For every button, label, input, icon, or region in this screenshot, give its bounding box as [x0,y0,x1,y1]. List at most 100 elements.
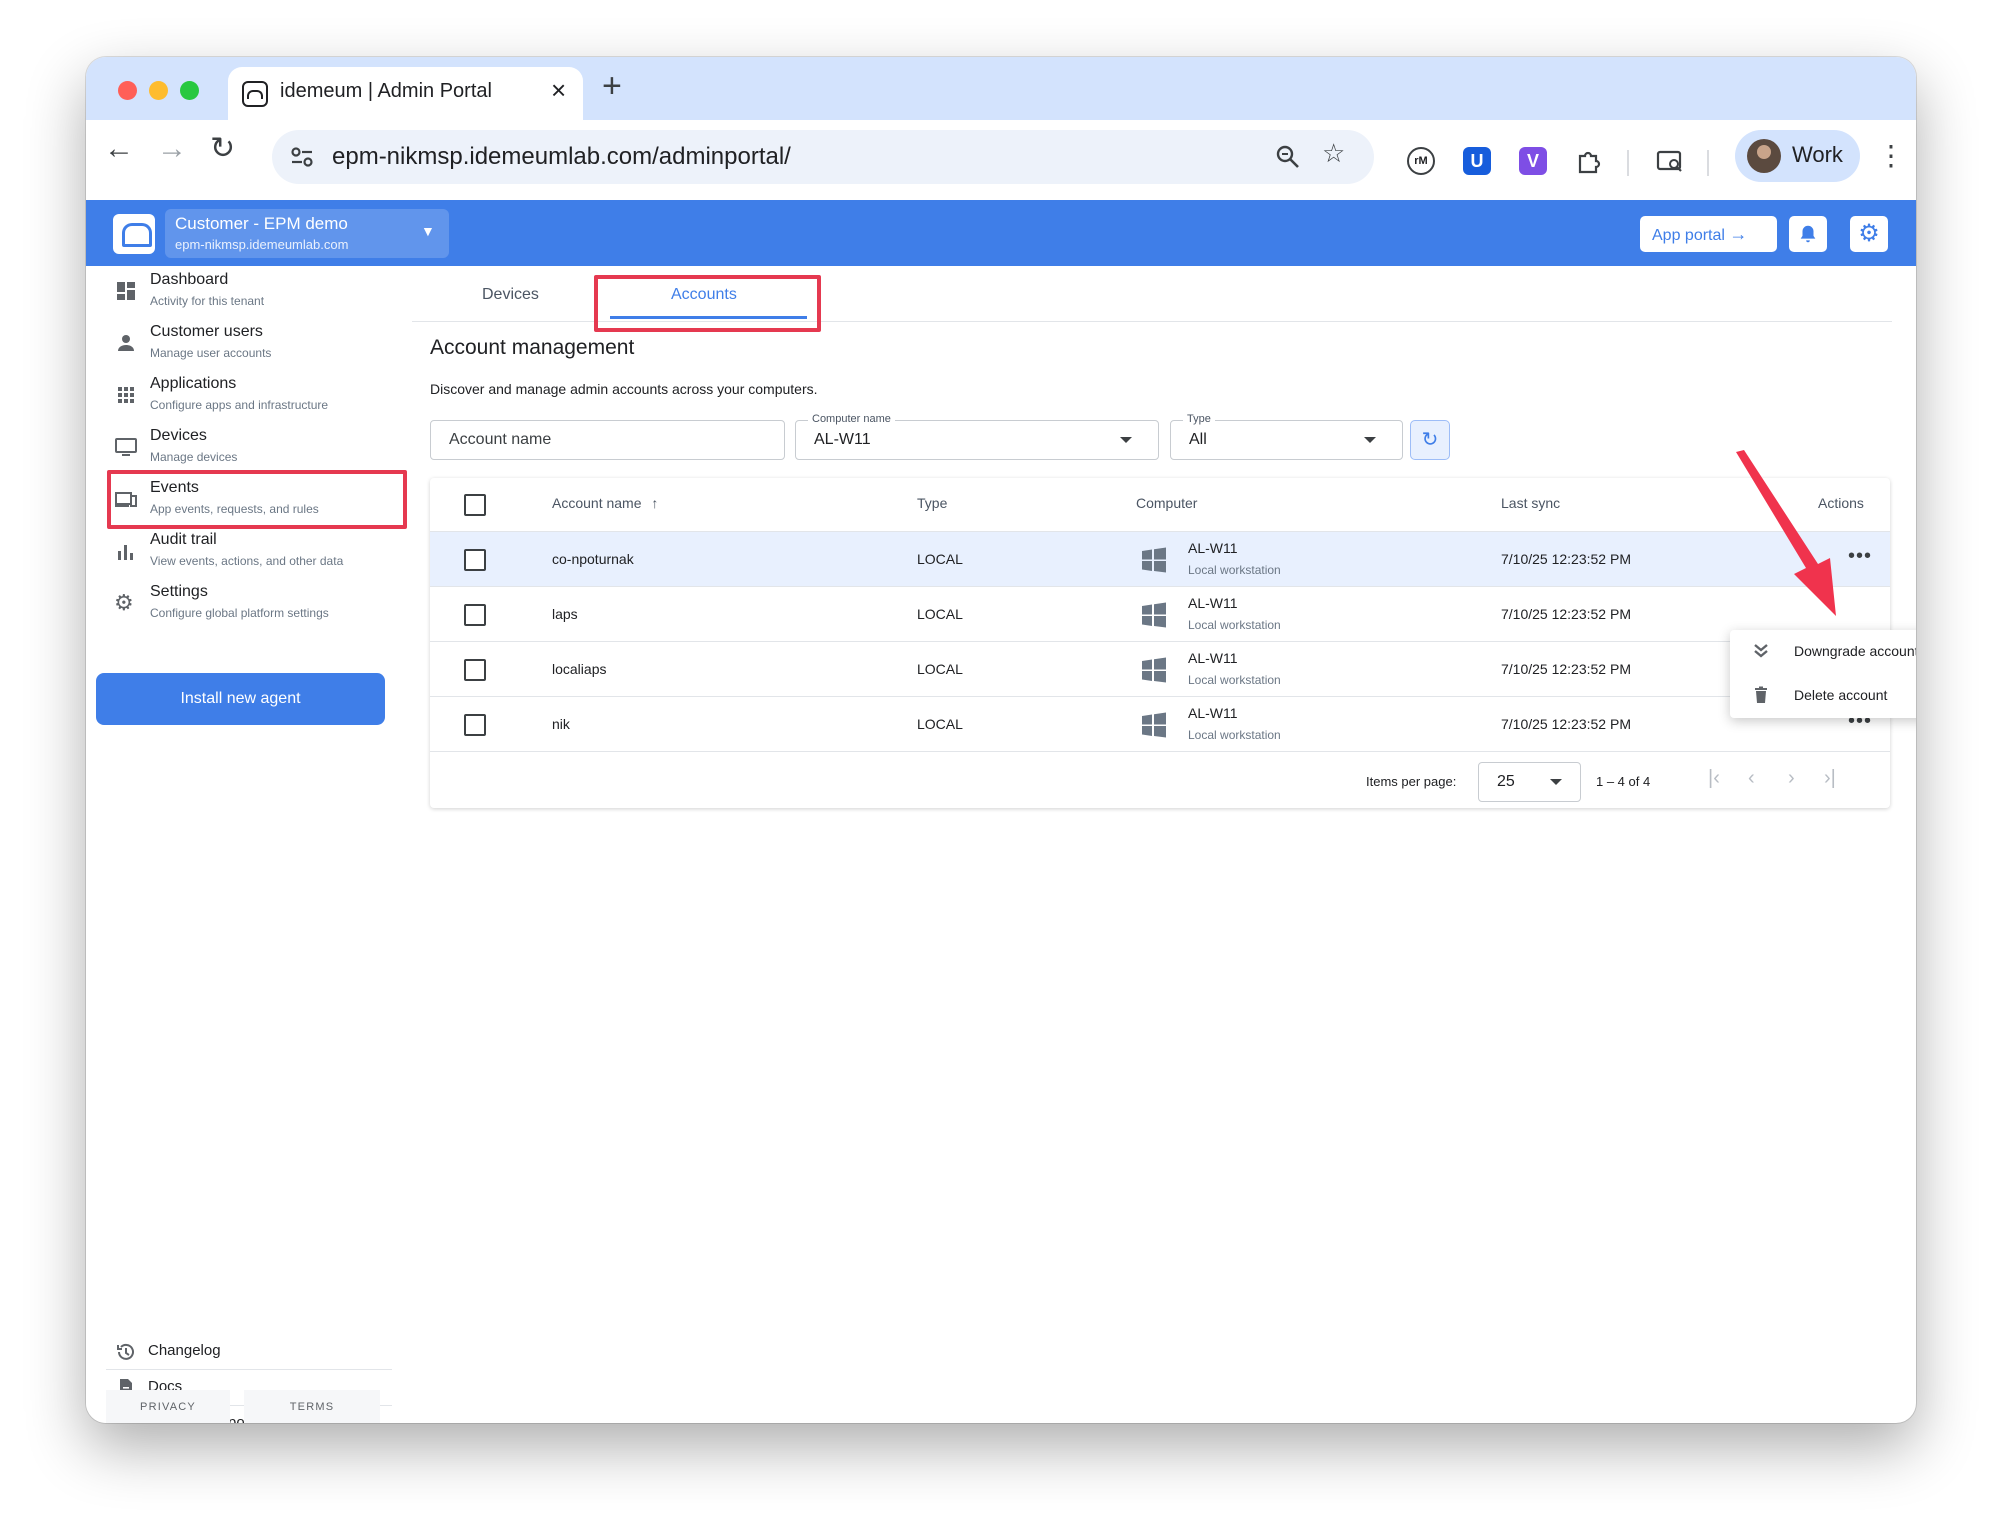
back-arrow-icon[interactable]: ← [104,134,134,164]
first-page-icon[interactable]: |‹ [1708,768,1720,788]
settings-button[interactable]: ⚙ [1850,216,1888,252]
address-bar[interactable]: epm-nikmsp.idemeumlab.com/adminportal/ ☆ [272,130,1374,184]
tab-devices[interactable]: Devices [482,286,539,304]
tab-search-icon[interactable] [1655,147,1685,175]
terms-link[interactable]: TERMS [244,1390,380,1423]
avatar [1747,139,1781,173]
privacy-link[interactable]: PRIVACY [106,1390,230,1423]
sidebar-item-applications[interactable]: Applications Configure apps and infrastr… [106,373,391,425]
close-window-button[interactable] [118,81,137,100]
last-page-icon[interactable]: ›| [1824,768,1836,788]
previous-page-icon[interactable]: ‹ [1748,768,1755,788]
changelog-label: Changelog [148,1342,221,1359]
sidebar-item-label: Audit trail [150,531,217,548]
sidebar-item-label: Dashboard [150,271,229,288]
computer-type-cell: Local workstation [1188,618,1281,632]
browser-tab-title: idemeum | Admin Portal [280,80,492,102]
page-title: Account management [430,336,635,359]
table-row[interactable]: laps LOCAL AL-W11 Local workstation 7/10… [430,587,1890,642]
sidebar-item-dashboard[interactable]: Dashboard Activity for this tenant [106,269,391,321]
row-checkbox[interactable] [464,714,486,736]
zoom-search-icon[interactable] [1274,143,1302,171]
windows-icon [1142,547,1166,573]
tenant-switcher[interactable]: Customer - EPM demo epm-nikmsp.idemeumla… [165,209,449,258]
tenant-name: Customer - EPM demo [175,214,348,233]
type-cell: LOCAL [917,661,963,677]
site-settings-icon[interactable] [288,143,316,171]
sidebar-item-customer-users[interactable]: Customer users Manage user accounts [106,321,391,373]
gear-icon: ⚙ [1858,220,1880,247]
sidebar-item-label: Events [150,479,199,496]
sidebar-item-audit-trail[interactable]: Audit trail View events, actions, and ot… [106,529,391,581]
extension-bitwarden-icon[interactable]: U [1463,147,1491,175]
items-per-page-label: Items per page: [1366,774,1457,789]
table-row[interactable]: co-npoturnak LOCAL AL-W11 Local workstat… [430,532,1890,587]
account-name-cell: laps [552,606,578,622]
next-page-icon[interactable]: › [1788,768,1795,788]
select-all-checkbox[interactable] [464,494,486,516]
sidebar-item-settings[interactable]: ⚙ Settings Configure global platform set… [106,581,391,633]
idemeum-logo-icon[interactable] [113,214,155,254]
sidebar-item-subtitle: View events, actions, and other data [150,554,344,568]
browser-menu-icon[interactable]: ⋮ [1877,142,1905,170]
type-select[interactable]: Type All [1170,413,1403,460]
delete-account-menu-item[interactable]: Delete account [1730,674,1916,718]
downgrade-account-menu-item[interactable]: Downgrade account [1730,630,1916,674]
profile-button[interactable]: Work [1735,130,1860,182]
sidebar-item-subtitle: Activity for this tenant [150,294,265,308]
app-header: Customer - EPM demo epm-nikmsp.idemeumla… [86,200,1916,266]
install-new-agent-button[interactable]: Install new agent [96,673,385,725]
bookmark-star-icon[interactable]: ☆ [1322,138,1345,169]
computer-name-select[interactable]: Computer name AL-W11 [795,413,1159,460]
history-icon [117,1343,134,1360]
account-name-cell: localiaps [552,661,607,677]
accounts-table: Account name ↑ Type Computer Last sync A… [430,478,1890,808]
type-cell: LOCAL [917,551,963,567]
computer-name-label: Computer name [808,413,895,425]
maximize-window-button[interactable] [180,81,199,100]
extension-v-icon[interactable]: V [1519,147,1547,175]
table-row[interactable]: localiaps LOCAL AL-W11 Local workstation… [430,642,1890,697]
extensions-puzzle-icon[interactable] [1575,147,1603,175]
windows-icon [1142,602,1166,628]
trash-icon [1755,686,1767,703]
row-checkbox[interactable] [464,659,486,681]
column-header-account-name[interactable]: Account name ↑ [552,495,658,511]
last-sync-cell: 7/10/25 12:23:52 PM [1501,551,1631,567]
table-row[interactable]: nik LOCAL AL-W11 Local workstation 7/10/… [430,697,1890,752]
row-actions-button[interactable]: ••• [1848,546,1872,566]
last-sync-cell: 7/10/25 12:23:52 PM [1501,661,1631,677]
row-checkbox[interactable] [464,549,486,571]
close-tab-icon[interactable]: × [551,77,566,103]
account-name-filter[interactable]: Account name [430,420,785,460]
monitor-icon [115,438,137,456]
app-portal-button[interactable]: App portal → [1640,216,1777,252]
paginator: Items per page: 25 1 – 4 of 4 |‹ ‹ › ›| [430,752,1890,808]
sidebar-item-events[interactable]: Events App events, requests, and rules [106,477,391,529]
changelog-link[interactable]: Changelog [106,1336,392,1370]
type-label: Type [1183,413,1215,425]
windows-icon [1142,657,1166,683]
forward-arrow-icon[interactable]: → [157,134,187,164]
annotation-arrow [1736,450,1836,616]
extension-rm-icon[interactable]: rM [1407,147,1435,175]
items-per-page-select[interactable]: 25 [1478,762,1581,802]
new-tab-button[interactable]: + [602,69,622,103]
sidebar-item-label: Applications [150,375,237,392]
url-text: epm-nikmsp.idemeumlab.com/adminportal/ [332,143,791,170]
browser-toolbar: ← → ↻ epm-nikmsp.idemeumlab.com/adminpor… [86,120,1916,200]
sidebar-item-label: Customer users [150,323,263,340]
notifications-button[interactable] [1789,216,1827,252]
minimize-window-button[interactable] [149,81,168,100]
browser-tab[interactable]: idemeum | Admin Portal × [228,67,583,120]
column-header-last-sync: Last sync [1501,495,1561,511]
sidebar-item-subtitle: Configure apps and infrastructure [150,398,329,412]
sidebar-item-label: Devices [150,427,207,444]
refresh-button[interactable]: ↻ [1410,420,1450,460]
sidebar-item-subtitle: Manage devices [150,450,238,464]
toolbar-separator [1627,150,1629,176]
row-checkbox[interactable] [464,604,486,626]
site-favicon-icon [242,81,268,107]
reload-icon[interactable]: ↻ [210,134,235,164]
row-actions-menu: Downgrade account Delete account [1730,630,1916,718]
